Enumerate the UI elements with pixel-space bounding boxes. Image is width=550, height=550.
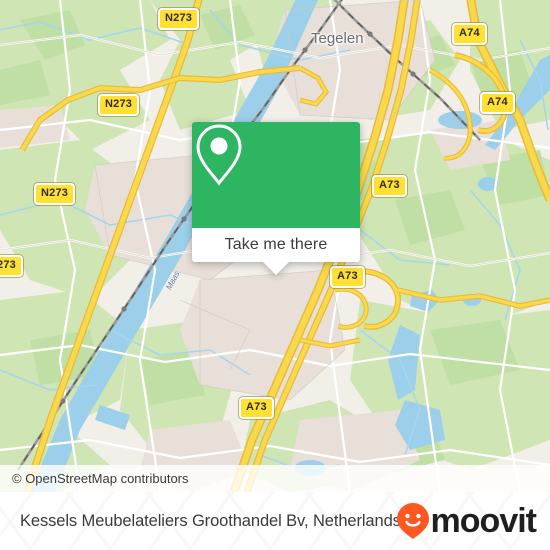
map-canvas[interactable]: Tegelen Maas Maas N273 N273 N273 273 A74… <box>0 0 550 492</box>
card-icon-area <box>192 122 360 228</box>
place-title: Kessels Meubelateliers Groothandel Bv, N… <box>20 511 401 530</box>
map-attribution-bar: © OpenStreetMap contributors <box>0 465 550 492</box>
moovit-map-page: Tegelen Maas Maas N273 N273 N273 273 A74… <box>0 0 550 550</box>
place-label-tegelen: Tegelen <box>311 30 364 47</box>
location-callout-card[interactable]: Take me there <box>192 122 360 275</box>
road-shield-a73-1[interactable]: A73 <box>372 175 407 197</box>
map-pin-icon <box>196 124 242 186</box>
card-pointer-tail <box>262 261 290 275</box>
road-shield-a73-3[interactable]: A73 <box>239 397 274 419</box>
moovit-wordmark: moovit <box>430 502 537 540</box>
road-shield-n273-1[interactable]: N273 <box>158 8 200 30</box>
road-shield-n273-4[interactable]: 273 <box>0 255 23 277</box>
moovit-pin-icon <box>396 503 429 539</box>
road-shield-a74-1[interactable]: A74 <box>452 23 487 45</box>
road-shield-n273-2[interactable]: N273 <box>98 94 140 116</box>
moovit-logo[interactable]: moovit <box>396 502 537 540</box>
footer-bar: Kessels Meubelateliers Groothandel Bv, N… <box>0 492 550 550</box>
osm-attribution-text[interactable]: © OpenStreetMap contributors <box>0 471 189 486</box>
take-me-there-label: Take me there <box>224 236 328 253</box>
card-action-area[interactable]: Take me there <box>192 228 360 275</box>
road-shield-a73-2[interactable]: A73 <box>330 266 365 288</box>
road-shield-a74-2[interactable]: A74 <box>480 92 515 114</box>
road-shield-n273-3[interactable]: N273 <box>34 183 76 205</box>
